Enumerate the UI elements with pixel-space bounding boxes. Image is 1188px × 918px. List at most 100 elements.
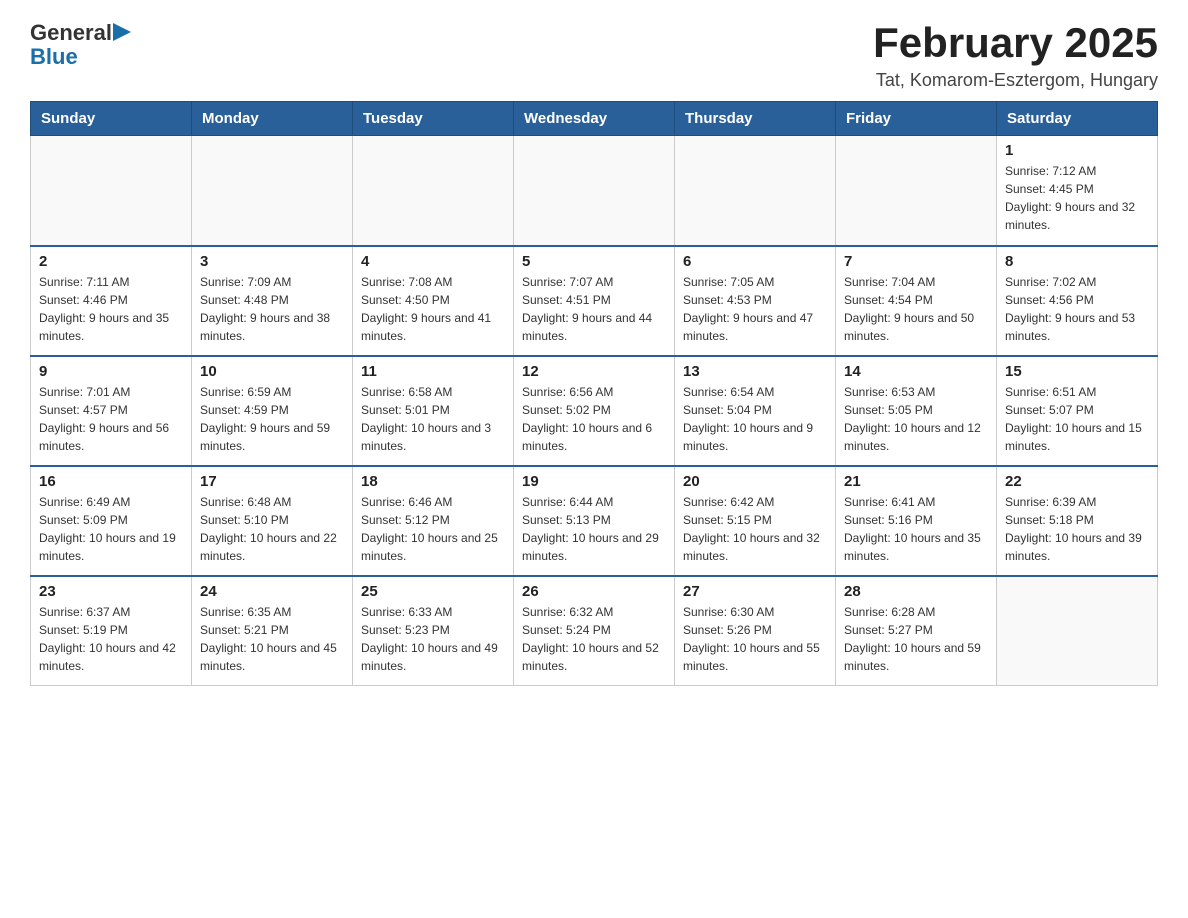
calendar-cell: 2 Sunrise: 7:11 AMSunset: 4:46 PMDaylight… [31, 246, 192, 356]
calendar-cell: 25 Sunrise: 6:33 AMSunset: 5:23 PMDayligh… [353, 576, 514, 686]
calendar-cell: 4Sunrise: 7:08 AMSunset: 4:50 PMDaylight… [353, 246, 514, 356]
calendar-cell: 7 Sunrise: 7:04 AMSunset: 4:54 PMDaylight… [836, 246, 997, 356]
day-info: Sunrise: 7:05 AMSunset: 4:53 PMDaylight:… [683, 273, 827, 345]
day-info: Sunrise: 6:39 AMSunset: 5:18 PMDaylight:… [1005, 493, 1149, 565]
day-info: Sunrise: 6:44 AMSunset: 5:13 PMDaylight:… [522, 493, 666, 565]
calendar-cell: 23 Sunrise: 6:37 AMSunset: 5:19 PMDayligh… [31, 576, 192, 686]
page-header: General Blue February 2025 Tat, Komarom-… [30, 20, 1158, 91]
day-info: Sunrise: 7:02 AMSunset: 4:56 PMDaylight:… [1005, 273, 1149, 345]
day-info: Sunrise: 7:08 AMSunset: 4:50 PMDaylight:… [361, 273, 505, 345]
calendar-cell: 13 Sunrise: 6:54 AMSunset: 5:04 PMDayligh… [675, 356, 836, 466]
day-number: 28 [844, 583, 988, 600]
day-number: 25 [361, 583, 505, 600]
day-number: 17 [200, 473, 344, 490]
calendar-cell: 1 Sunrise: 7:12 AMSunset: 4:45 PMDaylight… [997, 136, 1158, 246]
logo-blue-text: Blue [30, 44, 131, 70]
day-number: 23 [39, 583, 183, 600]
day-number: 16 [39, 473, 183, 490]
day-info: Sunrise: 6:54 AMSunset: 5:04 PMDaylight:… [683, 383, 827, 455]
day-info: Sunrise: 7:07 AMSunset: 4:51 PMDaylight:… [522, 273, 666, 345]
day-info: Sunrise: 6:58 AMSunset: 5:01 PMDaylight:… [361, 383, 505, 455]
calendar-week-row: 9Sunrise: 7:01 AMSunset: 4:57 PMDaylight… [31, 356, 1158, 466]
calendar-cell [31, 136, 192, 246]
day-info: Sunrise: 7:11 AMSunset: 4:46 PMDaylight:… [39, 273, 183, 345]
calendar-table: SundayMondayTuesdayWednesdayThursdayFrid… [30, 101, 1158, 686]
day-info: Sunrise: 6:49 AMSunset: 5:09 PMDaylight:… [39, 493, 183, 565]
day-info: Sunrise: 7:09 AMSunset: 4:48 PMDaylight:… [200, 273, 344, 345]
day-number: 3 [200, 253, 344, 270]
day-info: Sunrise: 6:33 AMSunset: 5:23 PMDaylight:… [361, 603, 505, 675]
day-info: Sunrise: 7:12 AMSunset: 4:45 PMDaylight:… [1005, 162, 1149, 234]
calendar-week-row: 2 Sunrise: 7:11 AMSunset: 4:46 PMDaylight… [31, 246, 1158, 356]
day-info: Sunrise: 6:59 AMSunset: 4:59 PMDaylight:… [200, 383, 344, 455]
calendar-header-wednesday: Wednesday [514, 102, 675, 136]
day-number: 6 [683, 253, 827, 270]
day-number: 14 [844, 363, 988, 380]
calendar-cell: 17 Sunrise: 6:48 AMSunset: 5:10 PMDayligh… [192, 466, 353, 576]
calendar-header-friday: Friday [836, 102, 997, 136]
day-number: 8 [1005, 253, 1149, 270]
calendar-cell [514, 136, 675, 246]
day-info: Sunrise: 6:32 AMSunset: 5:24 PMDaylight:… [522, 603, 666, 675]
page-subtitle: Tat, Komarom-Esztergom, Hungary [873, 70, 1158, 91]
day-info: Sunrise: 6:37 AMSunset: 5:19 PMDaylight:… [39, 603, 183, 675]
calendar-cell [997, 576, 1158, 686]
day-info: Sunrise: 6:28 AMSunset: 5:27 PMDaylight:… [844, 603, 988, 675]
logo-arrow-icon [113, 23, 131, 41]
day-number: 18 [361, 473, 505, 490]
day-number: 12 [522, 363, 666, 380]
calendar-cell: 11 Sunrise: 6:58 AMSunset: 5:01 PMDayligh… [353, 356, 514, 466]
calendar-cell: 21Sunrise: 6:41 AMSunset: 5:16 PMDayligh… [836, 466, 997, 576]
calendar-week-row: 23 Sunrise: 6:37 AMSunset: 5:19 PMDayligh… [31, 576, 1158, 686]
calendar-cell: 24 Sunrise: 6:35 AMSunset: 5:21 PMDayligh… [192, 576, 353, 686]
calendar-cell: 19 Sunrise: 6:44 AMSunset: 5:13 PMDayligh… [514, 466, 675, 576]
calendar-cell [192, 136, 353, 246]
day-number: 11 [361, 363, 505, 380]
calendar-cell: 22 Sunrise: 6:39 AMSunset: 5:18 PMDayligh… [997, 466, 1158, 576]
day-info: Sunrise: 6:53 AMSunset: 5:05 PMDaylight:… [844, 383, 988, 455]
calendar-cell: 6 Sunrise: 7:05 AMSunset: 4:53 PMDaylight… [675, 246, 836, 356]
calendar-cell [353, 136, 514, 246]
calendar-cell: 10Sunrise: 6:59 AMSunset: 4:59 PMDayligh… [192, 356, 353, 466]
day-number: 19 [522, 473, 666, 490]
day-number: 24 [200, 583, 344, 600]
day-info: Sunrise: 6:56 AMSunset: 5:02 PMDaylight:… [522, 383, 666, 455]
calendar-header-tuesday: Tuesday [353, 102, 514, 136]
calendar-cell: 20 Sunrise: 6:42 AMSunset: 5:15 PMDayligh… [675, 466, 836, 576]
calendar-cell: 12 Sunrise: 6:56 AMSunset: 5:02 PMDayligh… [514, 356, 675, 466]
logo-general-text: General [30, 20, 112, 46]
day-number: 13 [683, 363, 827, 380]
day-info: Sunrise: 6:30 AMSunset: 5:26 PMDaylight:… [683, 603, 827, 675]
day-number: 20 [683, 473, 827, 490]
calendar-week-row: 16 Sunrise: 6:49 AMSunset: 5:09 PMDayligh… [31, 466, 1158, 576]
calendar-cell: 26 Sunrise: 6:32 AMSunset: 5:24 PMDayligh… [514, 576, 675, 686]
page-title: February 2025 [873, 20, 1158, 66]
day-info: Sunrise: 6:42 AMSunset: 5:15 PMDaylight:… [683, 493, 827, 565]
day-number: 26 [522, 583, 666, 600]
calendar-cell: 3 Sunrise: 7:09 AMSunset: 4:48 PMDaylight… [192, 246, 353, 356]
calendar-cell: 28 Sunrise: 6:28 AMSunset: 5:27 PMDayligh… [836, 576, 997, 686]
calendar-header-thursday: Thursday [675, 102, 836, 136]
day-info: Sunrise: 6:35 AMSunset: 5:21 PMDaylight:… [200, 603, 344, 675]
day-info: Sunrise: 7:04 AMSunset: 4:54 PMDaylight:… [844, 273, 988, 345]
calendar-cell [675, 136, 836, 246]
calendar-cell: 16 Sunrise: 6:49 AMSunset: 5:09 PMDayligh… [31, 466, 192, 576]
calendar-header-saturday: Saturday [997, 102, 1158, 136]
day-info: Sunrise: 6:41 AMSunset: 5:16 PMDaylight:… [844, 493, 988, 565]
day-number: 27 [683, 583, 827, 600]
title-block: February 2025 Tat, Komarom-Esztergom, Hu… [873, 20, 1158, 91]
day-number: 7 [844, 253, 988, 270]
calendar-week-row: 1 Sunrise: 7:12 AMSunset: 4:45 PMDaylight… [31, 136, 1158, 246]
calendar-cell: 8 Sunrise: 7:02 AMSunset: 4:56 PMDaylight… [997, 246, 1158, 356]
day-number: 22 [1005, 473, 1149, 490]
day-info: Sunrise: 6:48 AMSunset: 5:10 PMDaylight:… [200, 493, 344, 565]
day-info: Sunrise: 6:46 AMSunset: 5:12 PMDaylight:… [361, 493, 505, 565]
calendar-header-row: SundayMondayTuesdayWednesdayThursdayFrid… [31, 102, 1158, 136]
day-info: Sunrise: 6:51 AMSunset: 5:07 PMDaylight:… [1005, 383, 1149, 455]
day-number: 5 [522, 253, 666, 270]
day-info: Sunrise: 7:01 AMSunset: 4:57 PMDaylight:… [39, 383, 183, 455]
day-number: 2 [39, 253, 183, 270]
day-number: 1 [1005, 142, 1149, 159]
calendar-cell: 5 Sunrise: 7:07 AMSunset: 4:51 PMDaylight… [514, 246, 675, 356]
calendar-cell: 18 Sunrise: 6:46 AMSunset: 5:12 PMDayligh… [353, 466, 514, 576]
